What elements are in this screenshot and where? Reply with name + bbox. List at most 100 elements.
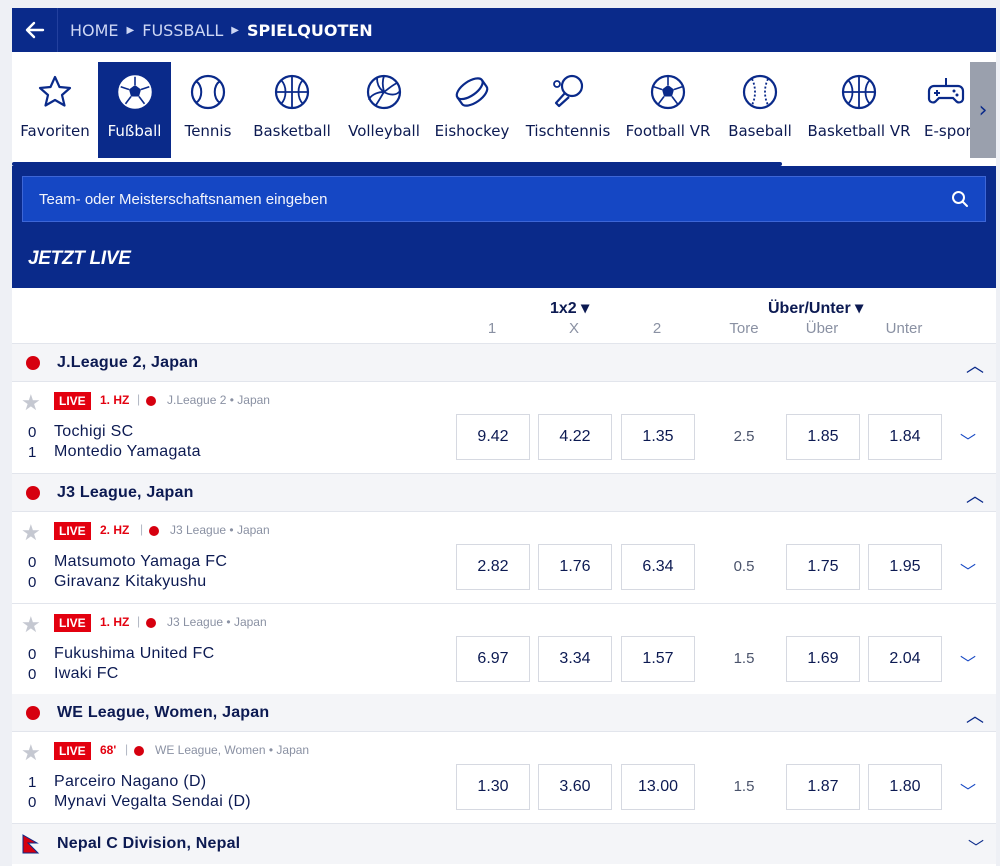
- home-score: 0: [28, 646, 37, 663]
- league-header[interactable]: WE League, Women, Japan ︿: [12, 694, 996, 732]
- japan-flag-icon: [26, 705, 40, 720]
- sport-tab-tennis[interactable]: Tennis: [176, 62, 240, 158]
- chevron-up-icon[interactable]: ︿: [966, 352, 984, 378]
- goal-line: 1.5: [733, 650, 755, 667]
- soccer-ball-icon: [650, 74, 686, 110]
- favorite-star-icon[interactable]: ★: [21, 612, 41, 638]
- column-tore: Tore: [729, 320, 759, 337]
- breadcrumb-home[interactable]: HOME: [70, 21, 119, 40]
- competition-label: J3 League • Japan: [170, 523, 270, 537]
- odds-button-under[interactable]: 2.04: [868, 636, 942, 682]
- breadcrumb-bar: HOME ▶ FUSSBALL ▶ SPIELQUOTEN: [12, 8, 996, 52]
- divider: |: [137, 614, 141, 628]
- sport-tab-football-vr[interactable]: Football VR: [624, 62, 712, 158]
- column-2: 2: [652, 320, 662, 337]
- away-team: Iwaki FC: [54, 665, 119, 682]
- odds-button-x[interactable]: 3.34: [538, 636, 612, 682]
- odds-button-over[interactable]: 1.75: [786, 544, 860, 590]
- odds-button-1[interactable]: 2.82: [456, 544, 530, 590]
- sport-tab-eishockey[interactable]: Eishockey: [432, 62, 512, 158]
- chevron-up-icon[interactable]: ︿: [966, 482, 984, 508]
- back-button[interactable]: [12, 8, 58, 52]
- odds-button-1[interactable]: 1.30: [456, 764, 530, 810]
- away-team: Giravanz Kitakyushu: [54, 573, 207, 590]
- home-team: Matsumoto Yamaga FC: [54, 553, 228, 570]
- competition-label: J3 League • Japan: [167, 615, 267, 629]
- league-header[interactable]: J3 League, Japan ︿: [12, 474, 996, 512]
- volleyball-icon: [366, 74, 402, 110]
- sport-tab-baseball[interactable]: Baseball: [724, 62, 796, 158]
- away-score: 0: [28, 666, 37, 683]
- league-header[interactable]: Nepal C Division, Nepal ﹀: [12, 824, 996, 864]
- favorite-star-icon[interactable]: ★: [21, 390, 41, 416]
- market-selector-over-under[interactable]: Über/Unter ▾: [768, 298, 863, 318]
- column-x: X: [568, 320, 579, 337]
- breadcrumb-fussball[interactable]: FUSSBALL: [142, 21, 223, 40]
- odds-button-over[interactable]: 1.69: [786, 636, 860, 682]
- odds-button-2[interactable]: 1.35: [621, 414, 695, 460]
- favorite-star-icon[interactable]: ★: [21, 740, 41, 766]
- away-score: 1: [28, 444, 37, 461]
- home-score: 0: [28, 554, 37, 571]
- column-uber: Über: [805, 320, 839, 337]
- japan-flag-icon: [26, 355, 40, 370]
- event-row: ★ LIVE 1. HZ | J3 League • Japan 0 Fukus…: [12, 604, 996, 696]
- odds-button-over[interactable]: 1.85: [786, 414, 860, 460]
- sport-tab-fussball[interactable]: Fußball: [98, 62, 171, 158]
- baseball-icon: [742, 74, 778, 110]
- favorite-star-icon[interactable]: ★: [21, 520, 41, 546]
- scroll-right-button[interactable]: ›: [970, 62, 996, 158]
- goal-line: 0.5: [733, 558, 755, 575]
- search-icon[interactable]: [951, 190, 969, 208]
- breadcrumb-separator-icon: ▶: [126, 24, 135, 36]
- sport-tab-tischtennis[interactable]: Tischtennis: [526, 62, 610, 158]
- live-badge: LIVE: [54, 392, 91, 410]
- market-selector-1x2[interactable]: 1x2 ▾: [550, 298, 589, 318]
- chevron-down-icon[interactable]: ﹀: [960, 558, 976, 582]
- sport-tab-favoriten[interactable]: Favoriten: [16, 62, 94, 158]
- odds-button-1[interactable]: 9.42: [456, 414, 530, 460]
- hockey-puck-icon: [455, 77, 489, 107]
- odds-button-2[interactable]: 6.34: [621, 544, 695, 590]
- chevron-down-icon[interactable]: ﹀: [960, 778, 976, 802]
- odds-button-under[interactable]: 1.80: [868, 764, 942, 810]
- odds-button-2[interactable]: 1.57: [621, 636, 695, 682]
- odds-button-under[interactable]: 1.95: [868, 544, 942, 590]
- chevron-down-icon[interactable]: ﹀: [960, 650, 976, 674]
- star-icon: [38, 75, 72, 107]
- odds-button-1[interactable]: 6.97: [456, 636, 530, 682]
- column-header: 1x2 ▾ Über/Unter ▾ 1 X 2 Tore Über Unter: [12, 288, 996, 344]
- competition-label: J.League 2 • Japan: [167, 393, 270, 407]
- home-team: Fukushima United FC: [54, 645, 215, 662]
- event-row: ★ LIVE 1. HZ | J.League 2 • Japan 0 Toch…: [12, 382, 996, 474]
- sport-tab-basketball-vr[interactable]: Basketball VR: [806, 62, 912, 158]
- odds-button-under[interactable]: 1.84: [868, 414, 942, 460]
- match-period: 68': [100, 743, 117, 757]
- odds-button-x[interactable]: 1.76: [538, 544, 612, 590]
- odds-button-x[interactable]: 3.60: [538, 764, 612, 810]
- sport-tab-basketball[interactable]: Basketball: [250, 62, 334, 158]
- goal-line: 2.5: [733, 428, 755, 445]
- odds-button-x[interactable]: 4.22: [538, 414, 612, 460]
- chevron-up-icon[interactable]: ︿: [966, 702, 984, 728]
- chevron-down-icon[interactable]: ﹀: [968, 834, 984, 858]
- search-input[interactable]: [39, 190, 951, 208]
- home-score: 1: [28, 774, 37, 791]
- search-box: [22, 176, 986, 222]
- divider: |: [125, 742, 129, 756]
- divider: |: [137, 392, 141, 406]
- sport-tab-volleyball[interactable]: Volleyball: [344, 62, 424, 158]
- chevron-down-icon[interactable]: ﹀: [960, 428, 976, 452]
- home-score: 0: [28, 424, 37, 441]
- odds-button-2[interactable]: 13.00: [621, 764, 695, 810]
- gamepad-icon: [927, 78, 965, 104]
- event-row: ★ LIVE 2. HZ | J3 League • Japan 0 Matsu…: [12, 512, 996, 604]
- live-header: JETZT LIVE: [28, 248, 131, 269]
- away-score: 0: [28, 574, 37, 591]
- chevron-right-icon: ›: [978, 97, 988, 123]
- league-header[interactable]: J.League 2, Japan ︿: [12, 344, 996, 382]
- japan-flag-icon: [26, 485, 40, 500]
- match-period: 1. HZ: [100, 393, 130, 407]
- live-badge: LIVE: [54, 614, 91, 632]
- odds-button-over[interactable]: 1.87: [786, 764, 860, 810]
